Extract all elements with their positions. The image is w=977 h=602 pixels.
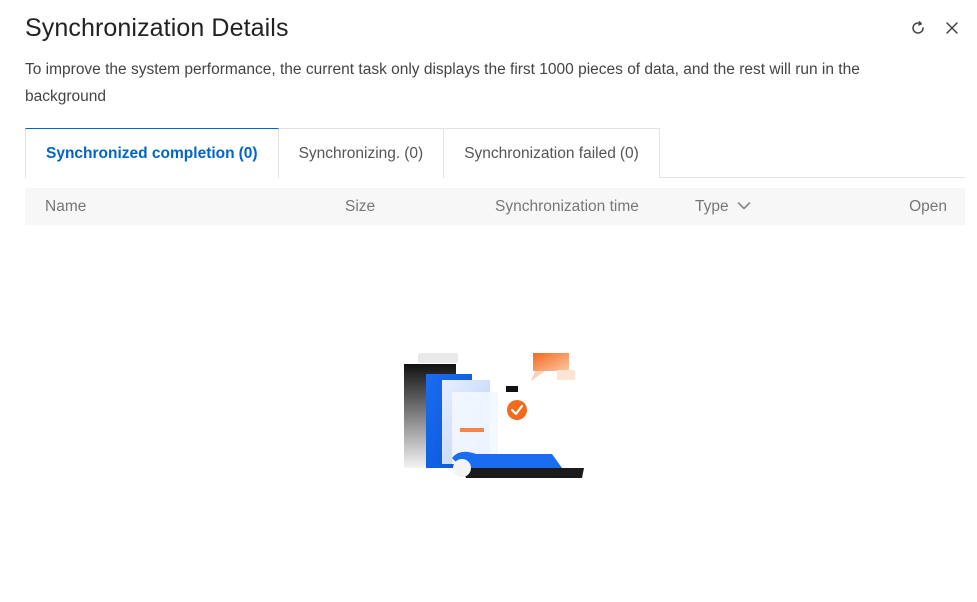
tab-count: (0)	[238, 144, 258, 162]
column-header-sync-time: Synchronization time	[495, 198, 639, 215]
dialog-header: Synchronization Details	[25, 12, 977, 48]
tab-label: Synchronizing.	[298, 144, 401, 162]
tab-synchronization-failed[interactable]: Synchronization failed (0)	[443, 128, 660, 178]
column-header-size: Size	[345, 198, 376, 215]
tab-count: (0)	[404, 144, 424, 162]
column-header-type-filter[interactable]: Type	[695, 198, 751, 216]
close-icon[interactable]	[943, 19, 961, 37]
tab-synchronizing[interactable]: Synchronizing. (0)	[277, 128, 445, 178]
dialog-description: To improve the system performance, the c…	[25, 61, 860, 105]
column-header-type-label: Type	[695, 198, 729, 215]
tab-count: (0)	[619, 144, 639, 162]
dialog-title: Synchronization Details	[25, 14, 289, 42]
empty-state-illustration	[400, 350, 590, 482]
tab-label: Synchronized completion	[46, 144, 235, 162]
column-header-open: Open	[909, 198, 947, 215]
table-header: Name Size Synchronization time Type Open	[25, 188, 965, 225]
refresh-icon[interactable]	[909, 19, 927, 37]
tab-synchronized-completion[interactable]: Synchronized completion (0)	[25, 128, 279, 179]
header-actions	[909, 19, 961, 37]
tab-label: Synchronization failed	[464, 144, 616, 162]
tab-bar: Synchronized completion (0) Synchronizin…	[25, 128, 965, 179]
column-header-name: Name	[45, 198, 87, 215]
chevron-down-icon	[737, 198, 751, 216]
